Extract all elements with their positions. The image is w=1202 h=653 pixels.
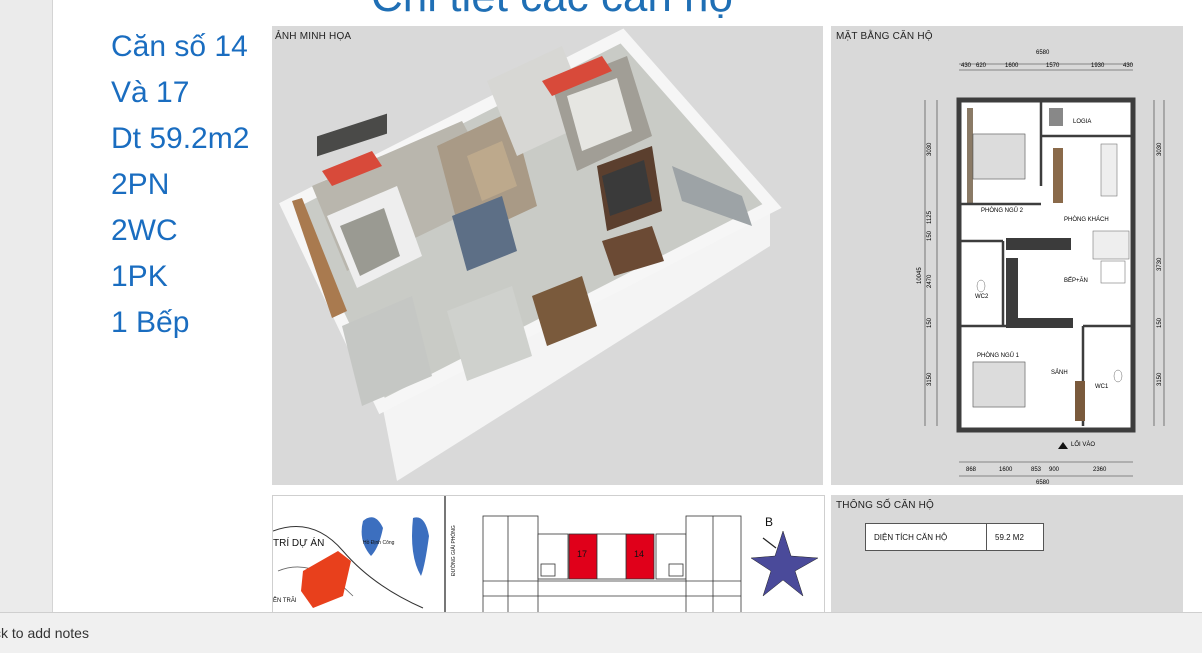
- road-2-label: ỄN TRÃI: [273, 597, 297, 604]
- notes-placeholder[interactable]: ck to add notes: [0, 625, 89, 641]
- project-location-label: TRÍ DỰ ÁN: [273, 536, 324, 549]
- location-panel: TRÍ DỰ ÁN Hồ Định Công ĐƯỜNG GIẢI PHÓNG …: [272, 495, 825, 612]
- room-kitchen: BẾP+ĂN: [1064, 277, 1088, 284]
- slide-canvas[interactable]: Chi tiết các căn hộ Căn số 14 Và 17 Dt 5…: [53, 0, 1202, 612]
- dim-top-2: 620: [976, 63, 987, 69]
- area-label-cell: DIỆN TÍCH CĂN HỘ: [865, 523, 987, 551]
- floorplan-drawing: 6580 430 620 1600 1570 1930 430 868 1600…: [917, 50, 1165, 485]
- dim-bottom-5: 2360: [1093, 467, 1107, 473]
- dim-top-total: 6580: [1036, 50, 1050, 56]
- spec-area: Dt 59.2m2: [111, 122, 250, 155]
- dim-left-5: 150: [927, 317, 933, 328]
- slide-title: Chi tiết các căn hộ: [371, 0, 733, 22]
- room-logia: LOGIA: [1073, 119, 1091, 125]
- dim-left-4: 2470: [927, 274, 933, 288]
- unit-14-label: 14: [634, 549, 644, 559]
- apartment-3d-render: [279, 28, 782, 481]
- lake-label: Hồ Định Công: [363, 540, 395, 546]
- dim-top-4: 1570: [1046, 63, 1060, 69]
- room-wc1: WC1: [1095, 384, 1109, 390]
- dim-top-5: 1930: [1091, 63, 1105, 69]
- area-value-cell: 59.2 M2: [986, 523, 1044, 551]
- spec-unit-number: Căn số 14: [111, 30, 248, 63]
- dim-bottom-1: 868: [966, 467, 977, 473]
- slide-thumbnail-pane: [0, 0, 53, 612]
- dim-top-6: 430: [1123, 63, 1134, 69]
- spec-living-room: 1PK: [111, 260, 168, 293]
- spec-bathrooms: 2WC: [111, 214, 178, 247]
- unit-17-label: 17: [577, 549, 587, 559]
- room-bedroom-1: PHÒNG NGỦ 1: [977, 352, 1020, 359]
- dim-left-3: 150: [927, 230, 933, 241]
- compass-rose: [750, 530, 819, 597]
- location-map: TRÍ DỰ ÁN Hồ Định Công ĐƯỜNG GIẢI PHÓNG …: [273, 496, 819, 612]
- dim-right-3: 150: [1157, 317, 1163, 328]
- dim-bottom-total: 6580: [1036, 480, 1050, 485]
- dim-left-2: 1125: [927, 210, 933, 224]
- specs-panel-label: THÔNG SỐ CĂN HỘ: [836, 500, 935, 511]
- render-panel: ẢNH MINH HỌA: [272, 26, 823, 485]
- speaker-notes-pane[interactable]: ck to add notes: [0, 612, 1202, 653]
- road-label: ĐƯỜNG GIẢI PHÓNG: [450, 525, 457, 576]
- dim-top-3: 1600: [1005, 63, 1019, 69]
- spec-bedrooms: 2PN: [111, 168, 170, 201]
- apartment-spec-list: Căn số 14 Và 17 Dt 59.2m2 2PN 2WC 1PK 1 …: [111, 24, 249, 346]
- specs-panel: THÔNG SỐ CĂN HỘ DIỆN TÍCH CĂN HỘ 59.2 M2: [831, 495, 1183, 612]
- dim-left-total: 10045: [917, 267, 923, 284]
- room-wc2: WC2: [975, 294, 989, 300]
- room-entry: LỐI VÀO: [1071, 441, 1095, 448]
- dim-left-6: 3150: [927, 372, 933, 386]
- floorplan-panel: MẶT BẰNG CĂN HỘ 6580 430 620 1600 1570 1…: [831, 26, 1183, 485]
- dim-bottom-4: 900: [1049, 467, 1060, 473]
- dim-bottom-3: 853: [1031, 467, 1042, 473]
- dim-right-1: 3030: [1157, 142, 1163, 156]
- dim-right-2: 3730: [1157, 257, 1163, 271]
- dim-top-1: 430: [961, 63, 972, 69]
- spec-kitchen: 1 Bếp: [111, 306, 190, 339]
- apartment-area-table: DIỆN TÍCH CĂN HỘ 59.2 M2: [865, 523, 1044, 551]
- dim-bottom-2: 1600: [999, 467, 1013, 473]
- dim-left-1: 3030: [927, 142, 933, 156]
- room-lobby: SẢNH: [1051, 369, 1068, 376]
- compass-letter: B: [765, 515, 773, 529]
- room-bedroom-2: PHÒNG NGỦ 2: [981, 207, 1024, 214]
- dim-right-4: 3150: [1157, 372, 1163, 386]
- spec-unit-number-2: Và 17: [111, 76, 190, 109]
- room-living: PHÒNG KHÁCH: [1064, 216, 1109, 223]
